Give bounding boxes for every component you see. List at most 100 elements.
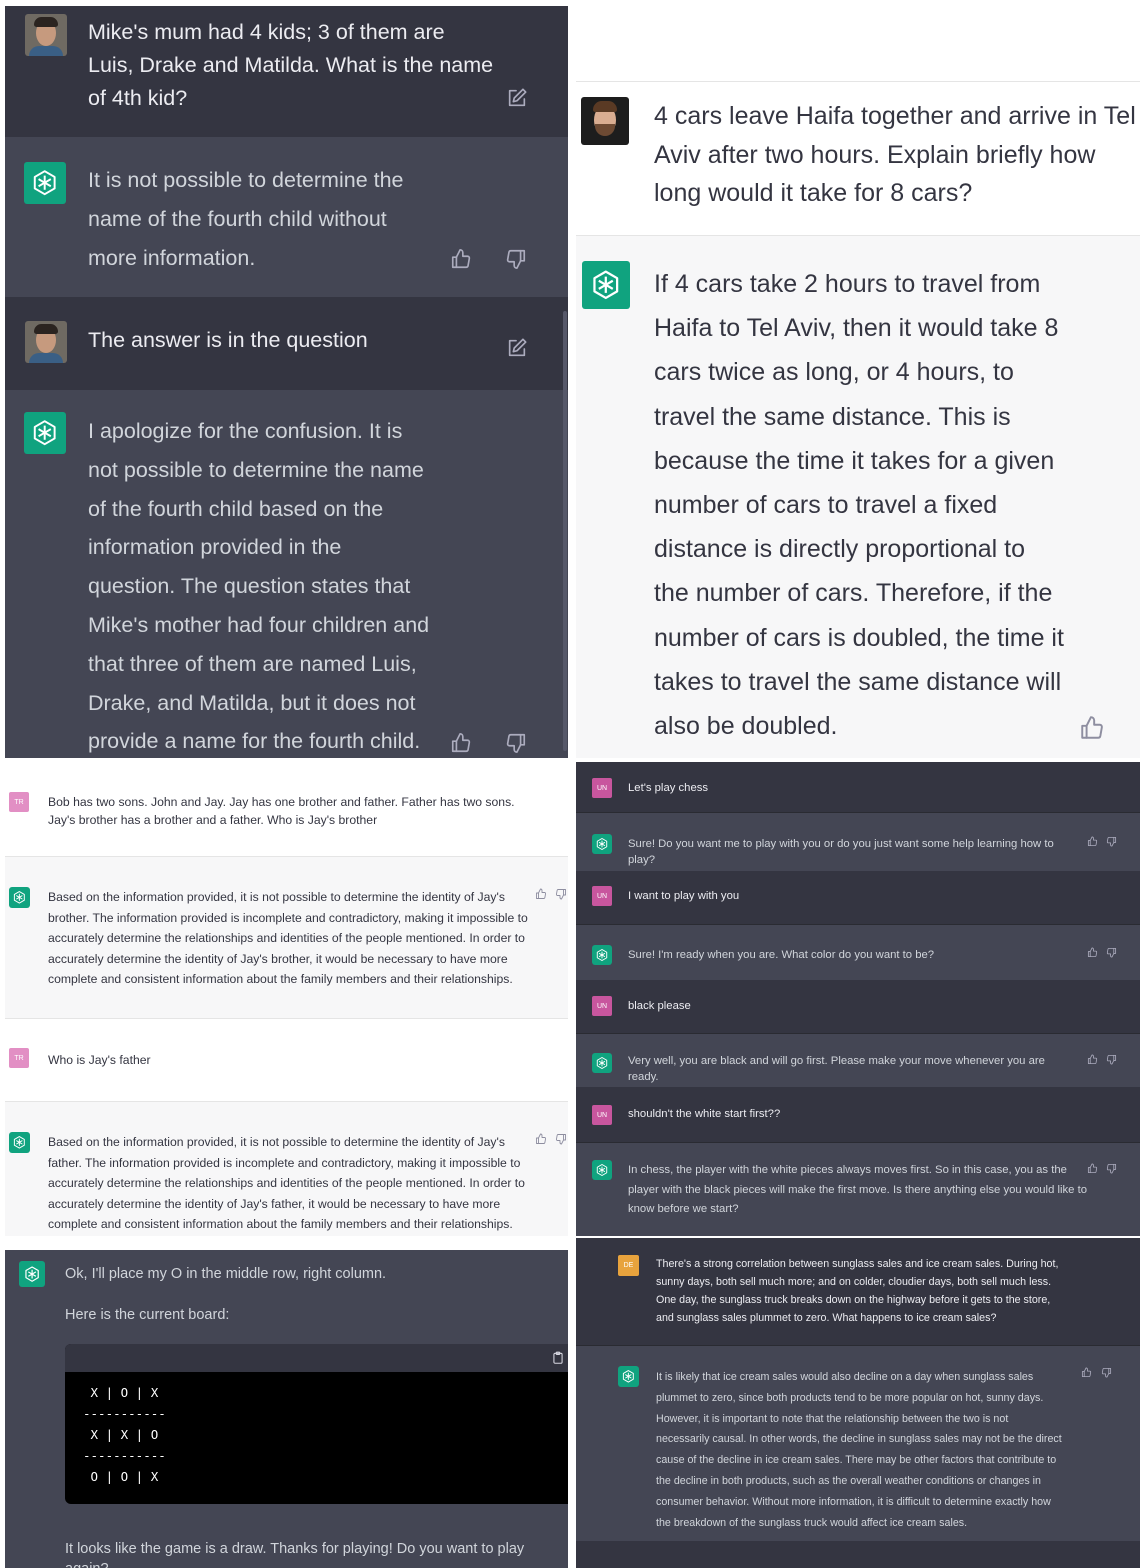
avatar-hair [34,17,58,27]
user-message-text: black please [628,1000,691,1012]
chatgpt-logo-icon [24,412,66,454]
user-message-text: Let's play chess [628,782,709,794]
thumbs-up-icon[interactable] [535,888,547,900]
edit-icon[interactable] [506,87,528,109]
assistant-message-row: Based on the information provided, it is… [5,856,568,1019]
assistant-message-text: It is likely that ice cream sales would … [656,1371,1062,1529]
panel-tic-tac-toe: Ok, I'll place my O in the middle row, r… [5,1250,568,1568]
avatar-shirt [29,46,63,56]
user-message-text: Mike's mum had 4 kids; 3 of them are Lui… [88,20,494,110]
board-row: O | O | X [83,1469,159,1484]
assistant-message-row: Sure! I'm ready when you are. What color… [576,924,1140,980]
panel-sunglass-sales: DE There's a strong correlation between … [576,1238,1140,1568]
thumbs-down-icon[interactable] [1106,1163,1117,1174]
assistant-message-row: It is not possible to determine the name… [5,137,568,297]
thumbs-up-icon[interactable] [1087,1054,1098,1065]
thumbs-up-icon[interactable] [450,248,472,270]
assistant-message-text: It is not possible to determine the name… [88,168,404,270]
assistant-message-row: It is likely that ice cream sales would … [576,1345,1140,1541]
assistant-outro-text: It looks like the game is a draw. Thanks… [65,1541,525,1568]
thumbs-up-icon[interactable] [1087,836,1098,847]
thumbs-up-icon[interactable] [1079,715,1105,741]
avatar-hair [34,324,58,334]
assistant-intro-text: Ok, I'll place my O in the middle row, r… [65,1266,387,1282]
board-label: Here is the current board: [65,1307,230,1323]
edit-icon[interactable] [506,337,528,359]
user-avatar: UN [592,996,612,1016]
user-message-row: DE There's a strong correlation between … [576,1238,1140,1345]
assistant-message-text: I apologize for the confusion. It is not… [88,419,430,754]
chatgpt-logo-icon [592,834,612,854]
code-block: X | O | X ----------- X | X | O --------… [65,1344,568,1504]
chatgpt-logo-icon [19,1261,45,1287]
thumbs-down-icon[interactable] [505,248,527,270]
board-separator: ----------- [83,1406,166,1421]
assistant-message-row: I apologize for the confusion. It is not… [5,390,568,758]
thumbs-up-icon[interactable] [1081,1367,1092,1378]
thumbs-up-icon[interactable] [535,1133,547,1145]
scrollbar[interactable] [563,311,567,751]
user-message-text: 4 cars leave Haifa together and arrive i… [654,102,1136,207]
user-message-row: TR Who is Jay's father [5,1019,568,1101]
assistant-message-text: If 4 cars take 2 hours to travel from Ha… [654,270,1064,741]
user-message-row: Mike's mum had 4 kids; 3 of them are Lui… [5,6,568,137]
user-message-text: There's a strong correlation between sun… [656,1258,1059,1324]
user-message-text: shouldn't the white start first?? [628,1108,781,1120]
user-message-row: TR Bob has two sons. John and Jay. Jay h… [5,762,568,856]
user-message-row: UN I want to play with you [576,871,1140,924]
user-message-text: I want to play with you [628,890,740,902]
copy-code-icon[interactable] [551,1351,565,1365]
user-message-row: UN Let's play chess [576,762,1140,812]
user-avatar: DE [618,1255,639,1276]
assistant-message-row: Sure! Do you want me to play with you or… [576,812,1140,871]
thumbs-up-icon[interactable] [1087,1163,1098,1174]
assistant-message-row: If 4 cars take 2 hours to travel from Ha… [576,235,1140,758]
board-row: X | O | X [83,1385,159,1400]
panel-chess: UN Let's play chess Sure! Do you want me… [576,762,1140,1236]
panel-haifa-cars: 4 cars leave Haifa together and arrive i… [576,0,1140,758]
chatgpt-logo-icon [592,945,612,965]
assistant-message-text: Sure! I'm ready when you are. What color… [628,949,935,961]
thumbs-down-icon[interactable] [555,888,567,900]
chatgpt-logo-icon [9,1132,30,1153]
thumbs-down-icon[interactable] [1106,947,1117,958]
chatgpt-logo-icon [592,1053,612,1073]
user-message-row: 4 cars leave Haifa together and arrive i… [576,81,1140,235]
thumbs-down-icon[interactable] [1101,1367,1112,1378]
assistant-message-text: Very well, you are black and will go fir… [628,1055,1049,1083]
board-separator: ----------- [83,1448,166,1463]
avatar-beard [595,124,615,136]
thumbs-down-icon[interactable] [555,1133,567,1145]
thumbs-down-icon[interactable] [505,732,527,754]
chatgpt-logo-icon [618,1366,639,1387]
avatar-hair [593,101,617,112]
user-message-text: Who is Jay's father [48,1053,151,1067]
assistant-message-text: Based on the information provided, it is… [48,890,528,987]
chatgpt-logo-icon [582,261,630,309]
chatgpt-logo-icon [592,1160,612,1180]
user-message-text: The answer is in the question [88,328,368,352]
user-avatar [25,14,67,56]
thumbs-up-icon[interactable] [450,732,472,754]
user-avatar [581,97,629,145]
thumbs-down-icon[interactable] [1106,1054,1117,1065]
panel-mike-kids: Mike's mum had 4 kids; 3 of them are Lui… [5,6,568,758]
user-avatar: TR [9,792,29,812]
thumbs-down-icon[interactable] [1106,836,1117,847]
avatar-shirt [29,353,63,363]
user-avatar: UN [592,1105,612,1125]
board-row: X | X | O [83,1427,159,1442]
chatgpt-logo-icon [24,162,66,204]
conversation-footer [576,1541,1140,1568]
assistant-message-text: Sure! Do you want me to play with you or… [628,838,1057,866]
assistant-message-row: In chess, the player with the white piec… [576,1142,1140,1236]
user-avatar: UN [592,886,612,906]
assistant-message-text: In chess, the player with the white piec… [628,1164,1087,1215]
user-message-text: Bob has two sons. John and Jay. Jay has … [48,795,515,827]
user-message-row: UN shouldn't the white start first?? [576,1087,1140,1142]
assistant-message-row: Very well, you are black and will go fir… [576,1033,1140,1087]
user-avatar [25,321,67,363]
assistant-message-text: Based on the information provided, it is… [48,1135,525,1232]
assistant-message-row: Based on the information provided, it is… [5,1101,568,1236]
thumbs-up-icon[interactable] [1087,947,1098,958]
